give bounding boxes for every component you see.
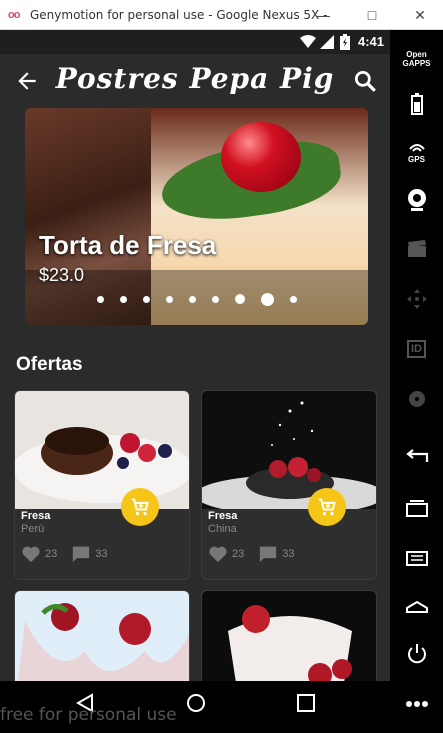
- carousel-price: $23.0: [39, 265, 85, 285]
- open-gapps-button[interactable]: Open GAPPS: [390, 44, 443, 74]
- add-to-cart-button[interactable]: [308, 488, 346, 526]
- nav-home-icon[interactable]: [186, 693, 206, 713]
- cart-icon: [318, 498, 336, 516]
- heart-icon[interactable]: [21, 545, 41, 563]
- window-titlebar: oo Genymotion for personal use - Google …: [0, 0, 443, 30]
- product-image: [202, 591, 376, 681]
- featured-carousel[interactable]: Torta de Fresa $23.0: [25, 108, 368, 325]
- carousel-dot[interactable]: [289, 295, 297, 303]
- sidebar-home-button[interactable]: [390, 592, 443, 620]
- sidebar-more-button[interactable]: [390, 692, 443, 716]
- carousel-dot[interactable]: [165, 295, 173, 303]
- status-time: 4:41: [357, 34, 384, 49]
- carousel-dot[interactable]: [119, 295, 127, 303]
- product-name: Fresa: [21, 510, 51, 522]
- product-name: Fresa: [208, 510, 238, 522]
- product-image: [15, 591, 189, 681]
- product-card[interactable]: [14, 590, 190, 681]
- carousel-dot[interactable]: [188, 295, 196, 303]
- webcam-widget-button[interactable]: [390, 185, 443, 215]
- emulator-sidebar: Open GAPPS GPS ID: [390, 30, 443, 733]
- heart-icon[interactable]: [208, 545, 228, 563]
- sidebar-recents-button[interactable]: [390, 494, 443, 522]
- carousel-dot[interactable]: [211, 295, 219, 303]
- gps-icon: [408, 143, 425, 152]
- cart-icon: [131, 498, 149, 516]
- search-icon[interactable]: [352, 68, 378, 94]
- capture-widget-button[interactable]: [390, 235, 443, 263]
- section-title: Ofertas: [16, 354, 83, 375]
- product-card[interactable]: Fresa Perú 23 33: [14, 390, 190, 580]
- product-card[interactable]: Fresa China 23 33: [201, 390, 377, 580]
- more-dots-icon: [405, 701, 428, 707]
- product-card[interactable]: [201, 590, 377, 681]
- wifi-icon: [300, 35, 316, 48]
- comment-icon[interactable]: [258, 545, 278, 563]
- gps-label: GPS: [408, 154, 425, 164]
- app-title: Postres Pepa Pig: [55, 62, 335, 95]
- comments-count: 33: [282, 548, 295, 560]
- app-bar: Postres Pepa Pig: [0, 54, 390, 110]
- product-origin: China: [208, 523, 237, 535]
- recents-icon: [405, 500, 428, 517]
- minimize-button[interactable]: —: [303, 0, 343, 30]
- signal-icon: [320, 35, 334, 49]
- comment-icon[interactable]: [71, 545, 91, 563]
- sidebar-power-button[interactable]: [390, 640, 443, 668]
- battery-widget-icon: [410, 93, 423, 115]
- product-origin: Perú: [21, 523, 45, 535]
- android-nav-bar: free for personal use: [0, 681, 390, 733]
- disk-widget-button[interactable]: [390, 385, 443, 413]
- device-screen: 4:41 Postres Pepa Pig Torta de Fresa $23…: [0, 30, 390, 681]
- close-button[interactable]: ✕: [400, 0, 440, 30]
- comments-count: 33: [95, 548, 108, 560]
- sidebar-menu-button[interactable]: [390, 544, 443, 572]
- product-image: [202, 391, 376, 509]
- disk-icon: [408, 391, 425, 407]
- carousel-dot[interactable]: [234, 294, 245, 304]
- add-to-cart-button[interactable]: [121, 488, 159, 526]
- likes-count: 23: [232, 548, 245, 560]
- webcam-icon: [407, 189, 426, 211]
- remote-control-button[interactable]: [390, 285, 443, 313]
- window-title: Genymotion for personal use - Google Nex…: [30, 7, 330, 22]
- carousel-dot[interactable]: [142, 295, 150, 303]
- watermark-text: free for personal use: [0, 705, 177, 725]
- id-icon: ID: [407, 340, 426, 358]
- nav-recents-icon[interactable]: [297, 694, 315, 712]
- product-image: [15, 391, 189, 509]
- genymotion-logo: oo: [8, 8, 20, 21]
- device-id-button[interactable]: ID: [390, 335, 443, 363]
- carousel-title: Torta de Fresa: [39, 230, 217, 260]
- product-meta: 23 33: [21, 543, 122, 565]
- power-icon: [407, 644, 426, 664]
- product-meta: 23 33: [208, 543, 309, 565]
- carousel-indicators[interactable]: [25, 292, 368, 306]
- move-arrows-icon: [406, 289, 427, 309]
- status-bar: 4:41: [0, 30, 390, 54]
- home-icon: [405, 600, 428, 613]
- battery-widget-button[interactable]: [390, 90, 443, 118]
- maximize-button[interactable]: □: [352, 0, 392, 30]
- emulator-window: oo Genymotion for personal use - Google …: [0, 0, 443, 733]
- sidebar-back-button[interactable]: [390, 442, 443, 470]
- cherry-topping: [221, 122, 301, 192]
- menu-icon: [405, 551, 428, 566]
- carousel-dot-active[interactable]: [260, 292, 274, 306]
- back-icon: [405, 449, 428, 462]
- battery-icon: [340, 34, 350, 50]
- likes-count: 23: [45, 548, 58, 560]
- clapperboard-icon: [407, 240, 426, 257]
- carousel-dot[interactable]: [96, 295, 104, 303]
- gps-widget-button[interactable]: GPS: [390, 138, 443, 168]
